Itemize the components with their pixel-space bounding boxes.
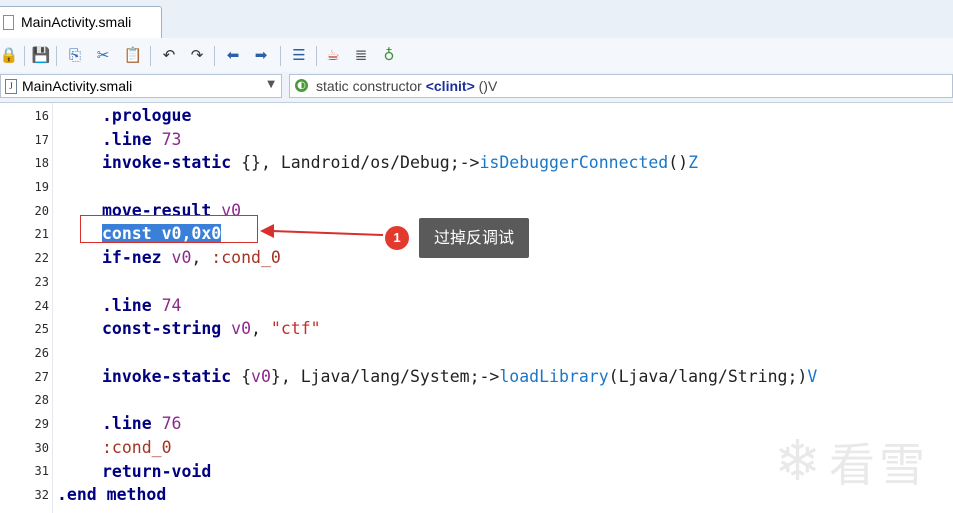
method-prefix: static constructor <box>316 78 422 94</box>
file-dropdown-value: MainActivity.smali <box>22 78 133 94</box>
toolbar-separator <box>316 46 317 66</box>
forward-icon[interactable]: ➡ <box>252 46 270 64</box>
method-dropdown[interactable]: ◐ static constructor <clinit> ()V <box>289 74 953 98</box>
toolbar-separator <box>56 46 57 66</box>
tab-mainactivity[interactable]: MainActivity.smali <box>0 6 162 38</box>
method-name: <clinit> <box>425 78 475 94</box>
debug-icon[interactable]: ♁ <box>380 46 398 64</box>
java-icon[interactable]: ☕ <box>324 46 342 64</box>
method-suffix: ()V <box>478 78 498 94</box>
toolbar-separator <box>214 46 215 66</box>
arrow-head <box>260 224 274 238</box>
arrow-line <box>271 230 384 236</box>
paste-icon[interactable]: 📋 <box>124 46 143 64</box>
method-icon: ◐ <box>295 79 308 92</box>
watermark: ❄ 看雪 <box>774 429 929 495</box>
method-dropdown-value: static constructor <clinit> ()V <box>316 78 497 94</box>
file-icon <box>3 15 14 30</box>
redo-icon[interactable]: ↷ <box>188 46 206 64</box>
lock-icon[interactable]: 🔒 <box>0 46 18 64</box>
selector-row: J MainActivity.smali ▼ ◐ static construc… <box>0 72 953 103</box>
toolbar: 🔒 💾 ⎘ ✂ 📋 ↶ ↷ ⬅ ➡ ☰ ☕ ≣ ♁ <box>0 38 953 73</box>
tab-label: MainActivity.smali <box>21 14 132 30</box>
snowflake-icon: ❄ <box>774 429 821 494</box>
list-icon[interactable]: ≣ <box>352 46 370 64</box>
file-dropdown[interactable]: J MainActivity.smali ▼ <box>0 74 282 98</box>
callout-text: 过掉反调试 <box>419 218 529 258</box>
toolbar-separator <box>150 46 151 66</box>
callout-badge: 1 <box>385 226 409 250</box>
java-file-icon: J <box>5 79 17 94</box>
undo-icon[interactable]: ↶ <box>160 46 178 64</box>
watermark-text: 看雪 <box>829 438 929 492</box>
toolbar-separator <box>280 46 281 66</box>
code-editor[interactable]: 16 17 18 19 20 21 22 23 24 25 26 27 28 2… <box>0 103 953 513</box>
format-icon[interactable]: ☰ <box>290 46 308 64</box>
copy-icon[interactable]: ⎘ <box>66 46 84 64</box>
cut-icon[interactable]: ✂ <box>94 46 112 64</box>
save-icon[interactable]: 💾 <box>32 46 51 64</box>
back-icon[interactable]: ⬅ <box>224 46 242 64</box>
chevron-down-icon[interactable]: ▼ <box>267 79 275 90</box>
toolbar-separator <box>24 46 25 66</box>
tab-bar: MainActivity.smali <box>0 0 953 39</box>
